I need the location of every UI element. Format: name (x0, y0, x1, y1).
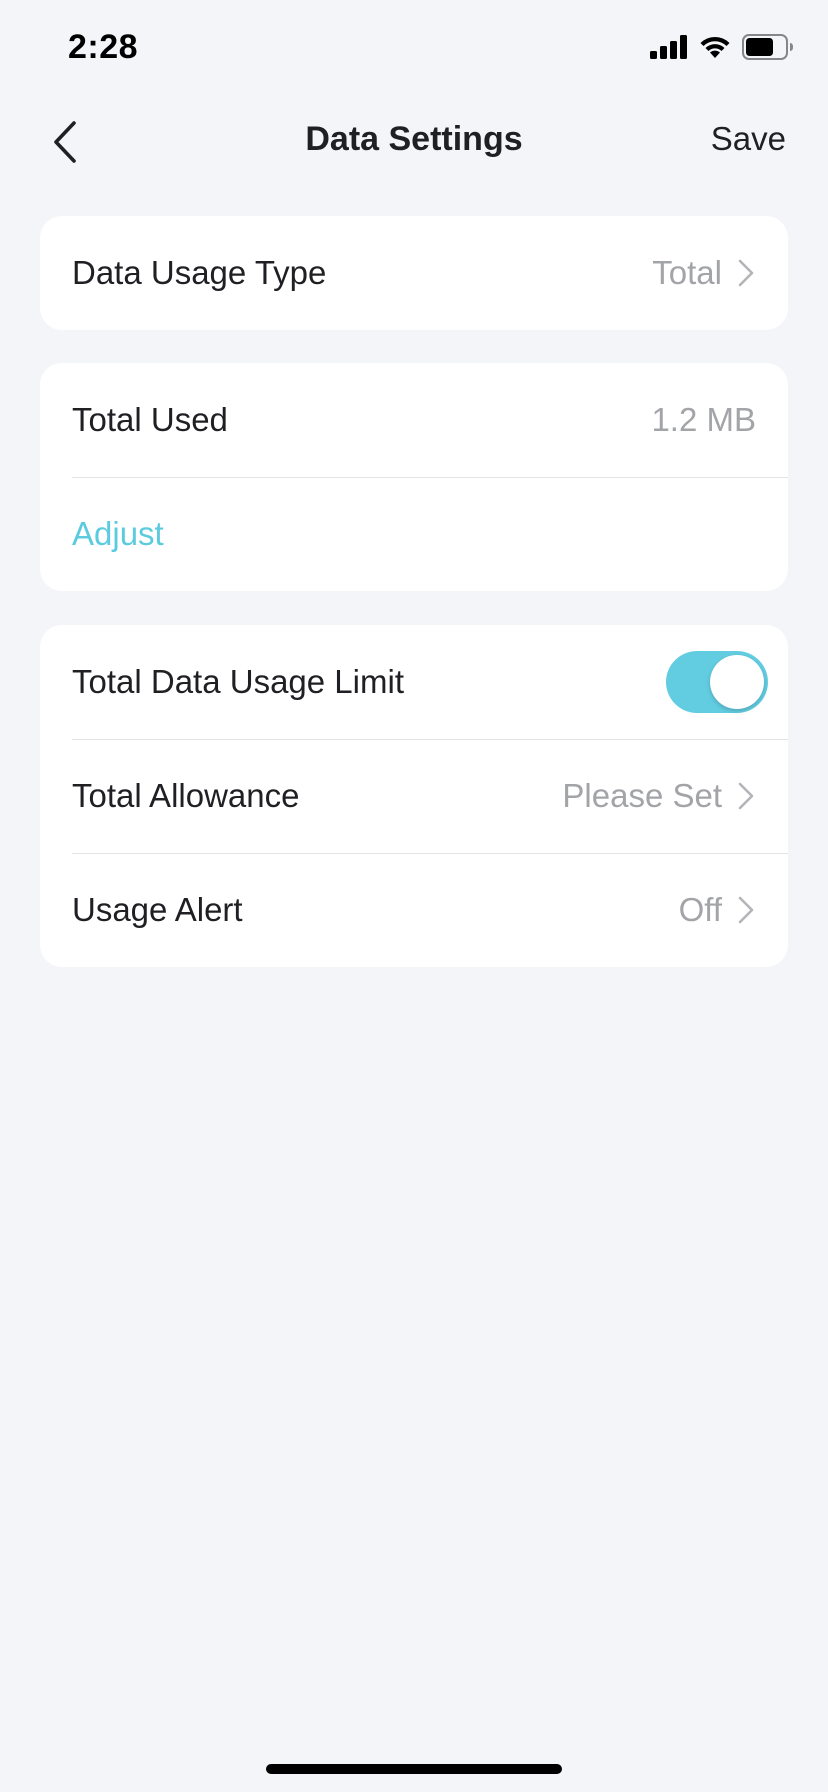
nav-bar: Data Settings Save (0, 100, 828, 180)
limits-card: Total Data Usage Limit Total Allowance P… (40, 625, 788, 967)
total-used-row: Total Used 1.2 MB (40, 363, 788, 477)
data-usage-type-row[interactable]: Data Usage Type Total (40, 216, 788, 330)
chevron-right-icon (736, 893, 756, 927)
usage-alert-label: Usage Alert (72, 891, 243, 928)
home-indicator (266, 1764, 562, 1774)
chevron-right-icon (736, 256, 756, 290)
battery-icon (742, 34, 793, 60)
total-data-usage-limit-label: Total Data Usage Limit (72, 663, 404, 700)
status-time: 2:28 (68, 28, 139, 66)
usage-type-card: Data Usage Type Total (40, 216, 788, 330)
cellular-signal-icon (650, 35, 687, 59)
total-data-usage-limit-toggle[interactable] (666, 651, 768, 713)
total-allowance-row[interactable]: Total Allowance Please Set (40, 739, 788, 853)
total-used-label: Total Used (72, 401, 228, 438)
page-title: Data Settings (305, 120, 523, 158)
total-used-value: 1.2 MB (651, 401, 756, 438)
toggle-knob (710, 655, 764, 709)
data-usage-type-value: Total (652, 254, 722, 291)
adjust-link[interactable]: Adjust (72, 515, 164, 553)
save-button[interactable]: Save (711, 120, 786, 158)
adjust-row[interactable]: Adjust (40, 477, 788, 591)
status-bar: 2:28 (0, 0, 828, 100)
usage-card: Total Used 1.2 MB Adjust (40, 363, 788, 591)
status-icons (650, 34, 794, 60)
total-allowance-label: Total Allowance (72, 777, 300, 814)
usage-alert-value: Off (678, 891, 722, 928)
data-usage-type-label: Data Usage Type (72, 254, 327, 291)
chevron-right-icon (736, 779, 756, 813)
total-data-usage-limit-row: Total Data Usage Limit (40, 625, 788, 739)
usage-alert-row[interactable]: Usage Alert Off (40, 853, 788, 967)
total-allowance-value: Please Set (562, 777, 722, 814)
wifi-icon (700, 36, 730, 58)
